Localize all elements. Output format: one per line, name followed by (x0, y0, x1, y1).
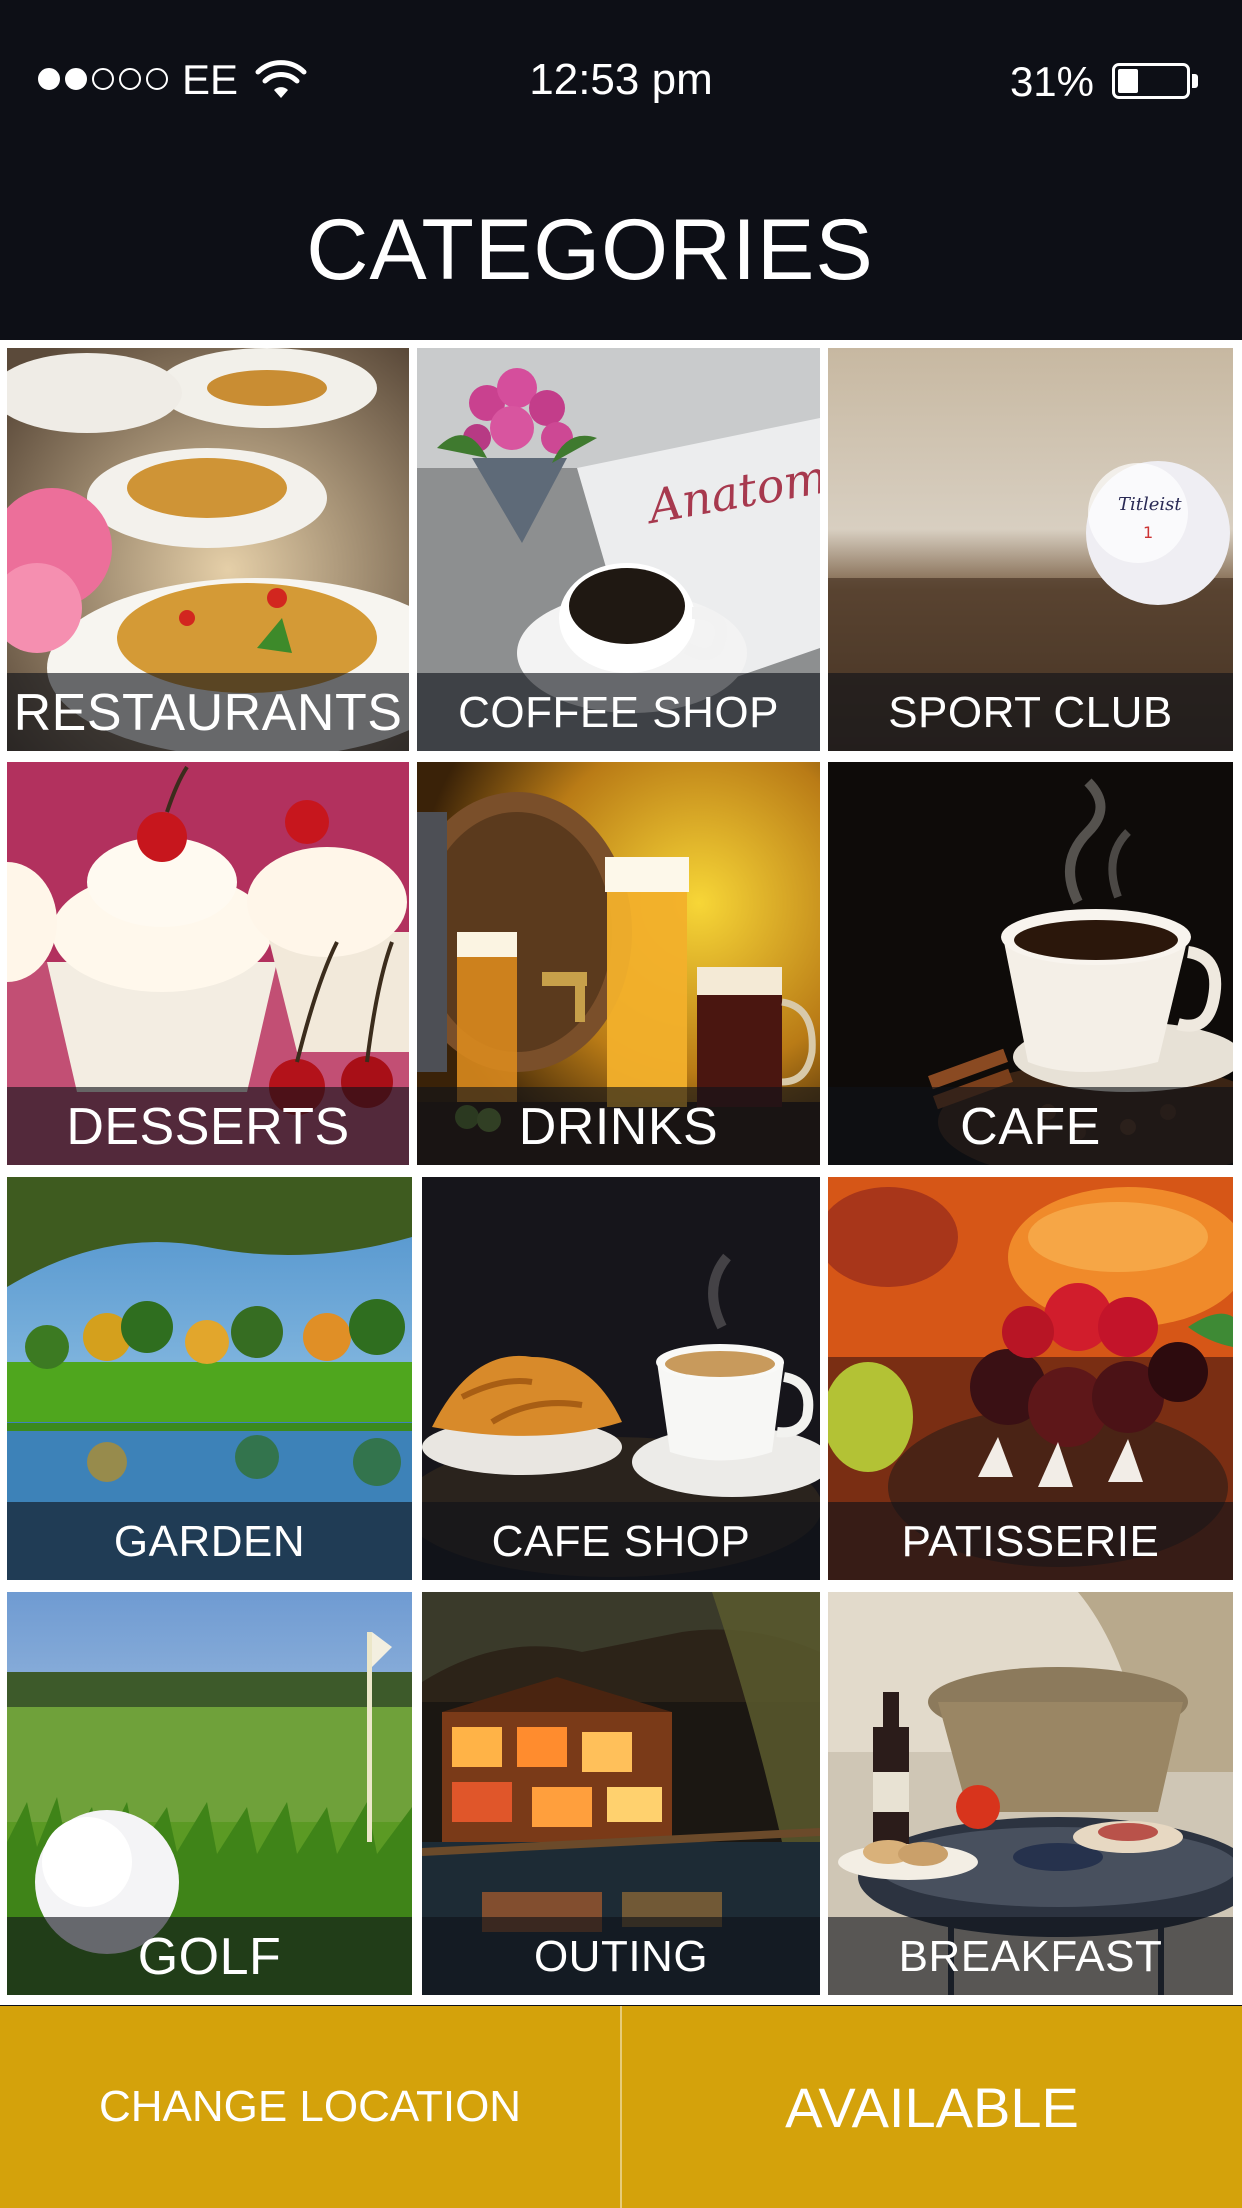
category-tile-cafe[interactable]: CAFE (828, 762, 1233, 1165)
category-label: DESSERTS (66, 1098, 350, 1156)
category-label: GARDEN (113, 1517, 306, 1566)
svg-text:Titleist: Titleist (1118, 494, 1182, 515)
category-label: SPORT CLUB (888, 688, 1173, 737)
category-label: BREAKFAST (898, 1932, 1163, 1981)
category-tile-breakfast[interactable]: BREAKFAST (828, 1592, 1233, 1995)
category-tile-desserts[interactable]: DESSERTS (7, 762, 409, 1165)
category-tile-golf[interactable]: GOLF (7, 1592, 412, 1995)
category-tile-patisserie[interactable]: PATISSERIE (828, 1177, 1233, 1580)
category-label: CAFE (960, 1098, 1101, 1156)
category-label: RESTAURANTS (13, 684, 403, 742)
category-grid: RESTAURANTS Anatom COFFEE SHOP Titleist … (0, 340, 1242, 2005)
category-label: COFFEE SHOP (458, 688, 779, 737)
category-label: GOLF (137, 1928, 282, 1986)
category-label: PATISSERIE (901, 1517, 1160, 1566)
battery-tip (1192, 74, 1198, 88)
category-tile-restaurants[interactable]: RESTAURANTS (7, 348, 409, 751)
category-tile-outing[interactable]: OUTING (422, 1592, 820, 1995)
page-title: CATEGORIES (306, 202, 874, 298)
change-location-button[interactable]: CHANGE LOCATION (0, 2006, 620, 2208)
category-tile-drinks[interactable]: DRINKS (417, 762, 820, 1165)
svg-text:1: 1 (1143, 523, 1153, 542)
category-tile-garden[interactable]: GARDEN (7, 1177, 412, 1580)
categories-screen: EE 12:53 pm 31% CATEGORIES RESTAURANTS A… (0, 0, 1242, 2208)
battery-icon (1112, 63, 1190, 99)
category-tile-cafe-shop[interactable]: CAFE SHOP (422, 1177, 820, 1580)
status-bar: EE 12:53 pm 31% (0, 0, 1242, 165)
battery-percent: 31% (1009, 58, 1094, 105)
battery-fill (1118, 69, 1138, 93)
category-label: OUTING (533, 1932, 709, 1981)
category-tile-coffee-shop[interactable]: Anatom COFFEE SHOP (417, 348, 820, 751)
bottom-action-bar: CHANGE LOCATION AVAILABLE (0, 2006, 1242, 2208)
available-button[interactable]: AVAILABLE (622, 2006, 1242, 2208)
category-tile-sport-club[interactable]: Titleist 1 SPORT CLUB (828, 348, 1233, 751)
category-label: CAFE SHOP (491, 1517, 751, 1566)
category-label: DRINKS (518, 1098, 719, 1156)
